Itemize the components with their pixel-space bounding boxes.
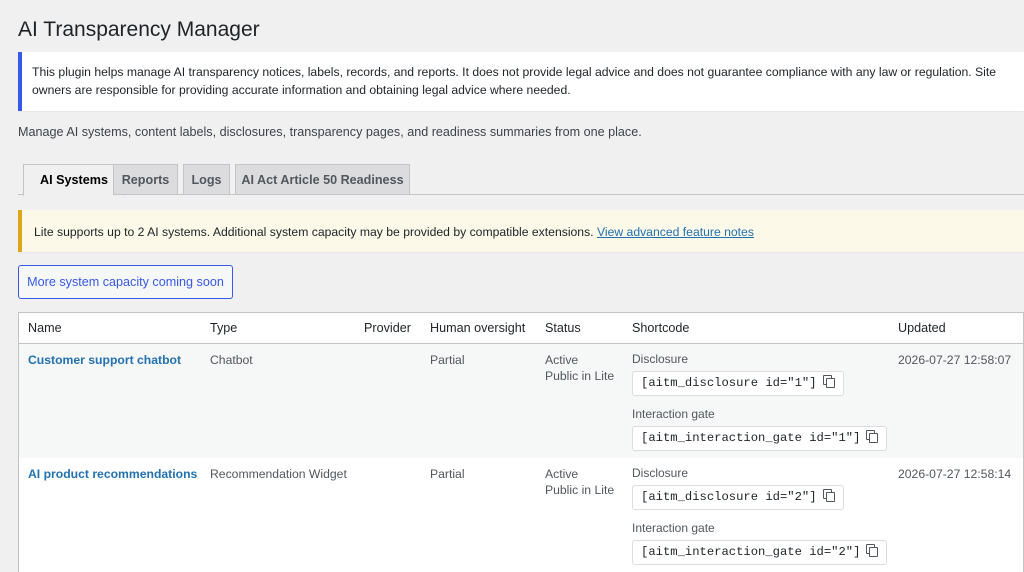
tab-logs[interactable]: Logs <box>183 164 230 195</box>
col-provider: Provider <box>364 321 411 335</box>
table-row: Customer support chatbot Chatbot Partial… <box>19 344 1023 458</box>
row-type: Chatbot <box>210 353 253 367</box>
row-type: Recommendation Widget <box>210 467 347 481</box>
capacity-button[interactable]: More system capacity coming soon <box>18 265 233 299</box>
copy-icon[interactable] <box>866 430 879 443</box>
col-status: Status <box>545 321 581 335</box>
disclosure-label: Disclosure <box>632 352 689 366</box>
capacity-notice: Lite supports up to 2 AI systems. Additi… <box>18 210 1024 252</box>
col-type: Type <box>210 321 238 335</box>
row-name-link[interactable]: AI product recommendations <box>28 466 197 483</box>
intro-text: Manage AI systems, content labels, discl… <box>18 125 642 139</box>
tab-bar: AI Systems Reports Logs AI Act Article 5… <box>18 164 1024 196</box>
advanced-notes-link[interactable]: View advanced feature notes <box>597 225 754 239</box>
row-oversight: Partial <box>430 353 465 367</box>
copy-icon[interactable] <box>866 544 879 557</box>
col-shortcode: Shortcode <box>632 321 690 335</box>
copy-icon[interactable] <box>822 489 835 502</box>
disclosure-label: Disclosure <box>632 466 689 480</box>
interaction-gate-shortcode-text: [aitm_interaction_gate id="1"] <box>641 431 861 445</box>
row-name-link[interactable]: Customer support chatbot <box>28 352 181 369</box>
disclosure-shortcode[interactable]: [aitm_disclosure id="2"] <box>632 485 844 510</box>
interaction-gate-shortcode[interactable]: [aitm_interaction_gate id="1"] <box>632 426 888 451</box>
interaction-gate-label: Interaction gate <box>632 407 715 421</box>
info-notice: This plugin helps manage AI transparency… <box>18 52 1024 111</box>
row-status: Active <box>545 353 579 367</box>
row-updated: 2026-07-27 12:58:14 <box>898 467 1012 481</box>
interaction-gate-shortcode-text: [aitm_interaction_gate id="2"] <box>641 545 861 559</box>
ai-systems-table: Name Type Provider Human oversight Statu… <box>18 312 1024 572</box>
row-oversight: Partial <box>430 467 465 481</box>
interaction-gate-label: Interaction gate <box>632 521 715 535</box>
copy-icon[interactable] <box>822 375 835 388</box>
disclosure-shortcode-text: [aitm_disclosure id="2"] <box>641 490 817 504</box>
capacity-notice-text: Lite supports up to 2 AI systems. Additi… <box>34 225 594 239</box>
interaction-gate-shortcode[interactable]: [aitm_interaction_gate id="2"] <box>632 540 888 565</box>
table-header: Name Type Provider Human oversight Statu… <box>19 313 1023 344</box>
row-status-note: Public in Lite <box>545 369 615 383</box>
disclosure-shortcode-text: [aitm_disclosure id="1"] <box>641 376 817 390</box>
tab-ai-systems[interactable]: AI Systems <box>23 164 125 196</box>
col-name: Name <box>28 321 62 335</box>
info-notice-text: This plugin helps manage AI transparency… <box>32 65 997 97</box>
col-oversight: Human oversight <box>430 321 526 335</box>
row-status-note: Public in Lite <box>545 483 615 497</box>
disclosure-shortcode[interactable]: [aitm_disclosure id="1"] <box>632 371 844 396</box>
tab-reports[interactable]: Reports <box>113 164 178 195</box>
page-title: AI Transparency Manager <box>18 18 260 41</box>
table-row: AI product recommendations Recommendatio… <box>19 458 1023 572</box>
tab-article-50[interactable]: AI Act Article 50 Readiness <box>235 164 410 195</box>
row-updated: 2026-07-27 12:58:07 <box>898 353 1012 367</box>
col-updated: Updated <box>898 321 946 335</box>
row-status: Active <box>545 467 579 481</box>
